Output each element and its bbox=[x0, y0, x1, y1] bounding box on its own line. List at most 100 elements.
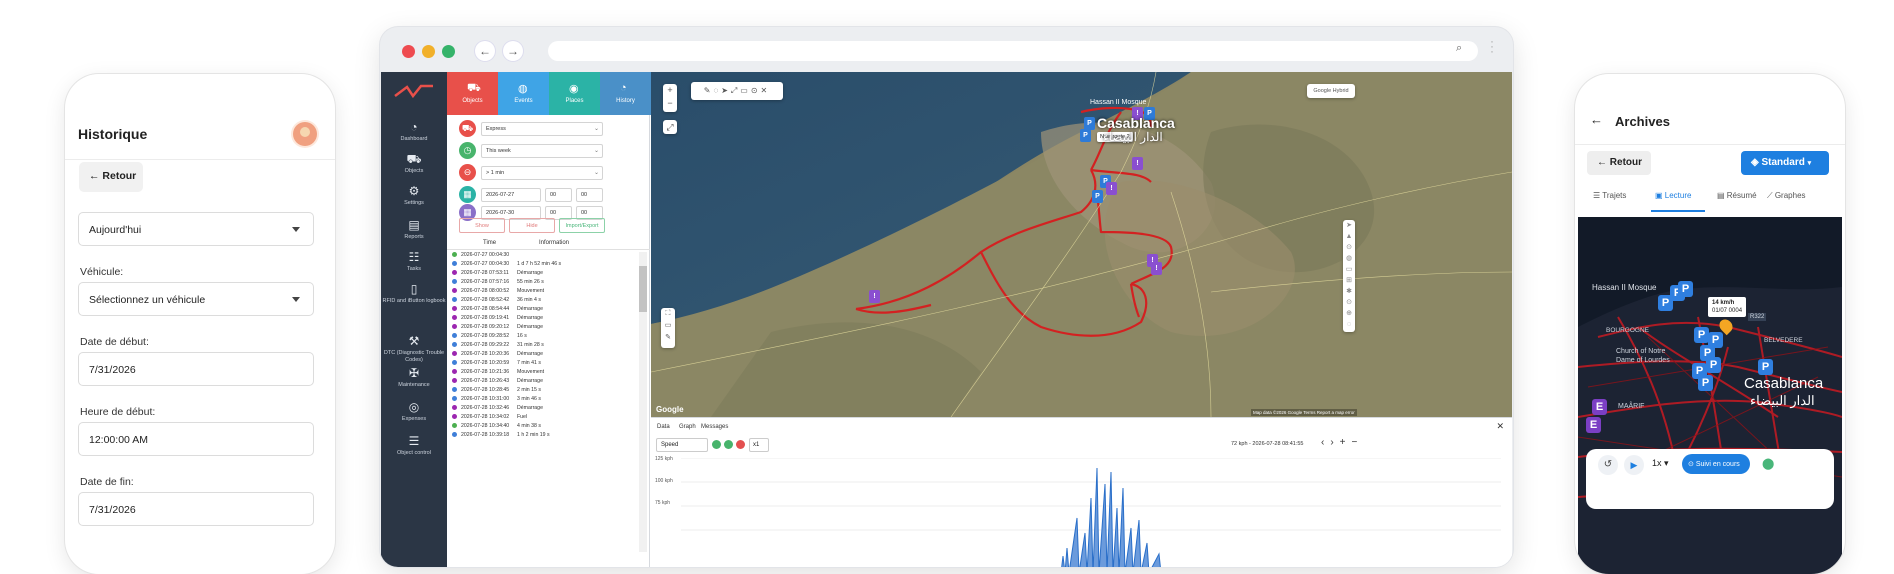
event-marker[interactable]: ! bbox=[1151, 262, 1162, 275]
history-row[interactable]: 2026-07-28 10:31:00 3 min 46 s bbox=[452, 396, 541, 402]
event-marker[interactable]: ! bbox=[1106, 182, 1117, 195]
tab-places[interactable]: ◉ Places bbox=[549, 72, 600, 115]
event-marker[interactable]: E bbox=[1592, 399, 1607, 415]
history-row[interactable]: 2026-07-28 10:34:02 Fuel bbox=[452, 414, 527, 420]
map-type-button[interactable]: Google Hybrid bbox=[1307, 84, 1355, 98]
sidebar-item[interactable]: ☷ Tasks bbox=[381, 250, 447, 273]
sidebar-item[interactable]: ◔ Dashboard bbox=[381, 120, 447, 143]
follow-button[interactable]: ⊙ Suivi en cours bbox=[1682, 454, 1750, 474]
play-button[interactable] bbox=[712, 440, 721, 449]
history-row[interactable]: 2026-07-27 00:04:30 1 d 7 h 52 min 46 s bbox=[452, 261, 561, 267]
history-row[interactable]: 2026-07-28 09:20:12 Démarrage bbox=[452, 324, 543, 330]
parking-marker[interactable]: P bbox=[1658, 295, 1673, 311]
period-select[interactable]: Aujourd'hui bbox=[78, 212, 314, 246]
history-row[interactable]: 2026-07-28 09:19:41 Démarrage bbox=[452, 315, 543, 321]
draw-toolbar[interactable]: ✎◌➤⤢▭⊙✕ bbox=[691, 82, 783, 100]
history-row[interactable]: 2026-07-28 09:29:22 31 min 28 s bbox=[452, 342, 544, 348]
history-row[interactable]: 2026-07-28 08:52:42 36 min 4 s bbox=[452, 297, 541, 303]
satellite-map[interactable]: P ! P P P ! P ! ! ! ! New route 2 Hassan… bbox=[651, 72, 1512, 417]
maximize-dot[interactable] bbox=[442, 45, 455, 58]
tab-graphes[interactable]: ⟋ Graphes bbox=[1767, 191, 1806, 201]
map-side-toolbar[interactable]: ➤ ▲ ⊙ ◍ ▭ ⊞ ✱ ⊙ ⊕ ◌ bbox=[1343, 220, 1355, 332]
parking-marker[interactable]: P bbox=[1092, 190, 1103, 203]
object-select[interactable]: Express ⌄ bbox=[481, 122, 603, 136]
tab-graph[interactable]: Graph bbox=[679, 424, 696, 430]
address-bar[interactable] bbox=[548, 41, 1478, 61]
history-row[interactable]: 2026-07-28 10:34:40 4 min 38 s bbox=[452, 423, 541, 429]
event-marker[interactable]: ! bbox=[869, 290, 880, 303]
pause-button[interactable] bbox=[724, 440, 733, 449]
parking-marker[interactable]: P bbox=[1694, 327, 1709, 343]
stops-select[interactable]: > 1 min ⌄ bbox=[481, 166, 603, 180]
vehicle-select[interactable]: Sélectionnez un véhicule bbox=[78, 282, 314, 316]
history-row[interactable]: 2026-07-28 07:57:16 55 min 26 s bbox=[452, 279, 544, 285]
hide-button[interactable]: Hide bbox=[509, 218, 555, 233]
history-row[interactable]: 2026-07-28 10:32:46 Démarrage bbox=[452, 405, 543, 411]
multiplier-select[interactable]: x1 bbox=[749, 438, 769, 452]
start-date-field[interactable]: 7/31/2026 bbox=[78, 352, 314, 386]
forward-arrow-icon[interactable]: → bbox=[503, 41, 523, 61]
speed-select[interactable]: 1x ▾ bbox=[1652, 458, 1669, 469]
dark-map[interactable]: Hassan II Mosque BOURGOGNE Church of Not… bbox=[1578, 217, 1842, 574]
stop-button[interactable] bbox=[736, 440, 745, 449]
sidebar-item[interactable]: ⚒ DTC (Diagnostic Trouble Codes) bbox=[381, 334, 447, 363]
sidebar-item[interactable]: ◎ Expenses bbox=[381, 400, 447, 423]
sidebar-item[interactable]: ⚙ Settings bbox=[381, 184, 447, 207]
tab-trajets[interactable]: ☰ Trajets bbox=[1593, 191, 1626, 200]
tab-messages[interactable]: Messages bbox=[701, 424, 728, 430]
measure-tools[interactable]: ⛶ ▭ ✎ bbox=[661, 308, 675, 348]
import-export-button[interactable]: Import/Export bbox=[559, 218, 605, 233]
history-row[interactable]: 2026-07-28 07:53:11 Démarrage bbox=[452, 270, 543, 276]
history-row[interactable]: 2026-07-28 08:54:44 Démarrage bbox=[452, 306, 543, 312]
sidebar-item[interactable]: ▯ RFID and iButton logbook bbox=[381, 282, 447, 305]
minimize-dot[interactable] bbox=[422, 45, 435, 58]
map-attribution[interactable]: Map data ©2026 Google Terms Report a map… bbox=[1251, 409, 1357, 416]
arrow-left-icon[interactable]: ← bbox=[1590, 112, 1603, 127]
hour-select[interactable]: 00 bbox=[545, 188, 572, 202]
close-icon[interactable]: ✕ bbox=[1496, 421, 1504, 432]
close-dot[interactable] bbox=[402, 45, 415, 58]
tab-lecture[interactable]: ▣ Lecture bbox=[1655, 191, 1691, 200]
history-scrollbar[interactable] bbox=[639, 252, 647, 552]
speed-graph[interactable] bbox=[681, 458, 1501, 567]
tab-events[interactable]: ◍ Events bbox=[498, 72, 549, 115]
tab-data[interactable]: Data bbox=[657, 424, 670, 430]
tab-history[interactable]: ◔ History bbox=[600, 72, 651, 115]
tab-résumé[interactable]: ▤ Résumé bbox=[1717, 191, 1757, 200]
zoom-out-button[interactable]: − bbox=[663, 97, 677, 110]
history-row[interactable]: 2026-07-28 08:00:52 Mouvement bbox=[452, 288, 544, 294]
replay-icon[interactable]: ↺ bbox=[1598, 455, 1618, 475]
parking-marker[interactable]: P bbox=[1080, 129, 1091, 142]
event-marker[interactable]: E bbox=[1586, 417, 1601, 433]
sidebar-item[interactable]: ☰ Object control bbox=[381, 434, 447, 457]
event-marker[interactable]: ! bbox=[1132, 157, 1143, 170]
start-time-field[interactable]: 12:00:00 AM bbox=[78, 422, 314, 456]
show-button[interactable]: Show bbox=[459, 218, 505, 233]
parking-marker[interactable]: P bbox=[1698, 375, 1713, 391]
parking-marker[interactable]: P bbox=[1678, 281, 1693, 297]
search-icon[interactable]: ⌕ bbox=[1456, 42, 1462, 55]
zoom-control[interactable]: + − bbox=[663, 84, 677, 112]
back-button[interactable]: ← Retour bbox=[79, 162, 143, 192]
sidebar-item[interactable]: ▤ Reports bbox=[381, 218, 447, 241]
parking-marker[interactable]: P bbox=[1758, 359, 1773, 375]
tab-objects[interactable]: ⛟ Objects bbox=[447, 72, 498, 115]
zoom-in-button[interactable]: + bbox=[663, 84, 677, 97]
location-pin-icon[interactable]: ⬤ bbox=[1762, 457, 1774, 470]
history-row[interactable]: 2026-07-28 09:28:52 16 s bbox=[452, 333, 527, 339]
standard-button[interactable]: ◈ Standard ▾ bbox=[1741, 151, 1829, 175]
history-row[interactable]: 2026-07-28 10:21:36 Mouvement bbox=[452, 369, 544, 375]
play-button[interactable]: ▶ bbox=[1624, 455, 1644, 475]
back-button[interactable]: ← Retour bbox=[1587, 151, 1651, 175]
graph-nav-controls[interactable]: ‹›+− bbox=[1321, 437, 1363, 448]
date-from-field[interactable]: 2026-07-27 bbox=[481, 188, 541, 202]
history-row[interactable]: 2026-07-28 10:20:59 7 min 41 s bbox=[452, 360, 541, 366]
end-date-field[interactable]: 7/31/2026 bbox=[78, 492, 314, 526]
back-arrow-icon[interactable]: ← bbox=[475, 41, 495, 61]
parking-marker[interactable]: P bbox=[1706, 357, 1721, 373]
sensor-select[interactable]: Speed bbox=[656, 438, 708, 452]
fullscreen-button[interactable]: ⤢ bbox=[663, 120, 677, 134]
history-row[interactable]: 2026-07-28 10:26:43 Démarrage bbox=[452, 378, 543, 384]
sidebar-item[interactable]: ✠ Maintenance bbox=[381, 366, 447, 389]
minute-select[interactable]: 00 bbox=[576, 188, 603, 202]
